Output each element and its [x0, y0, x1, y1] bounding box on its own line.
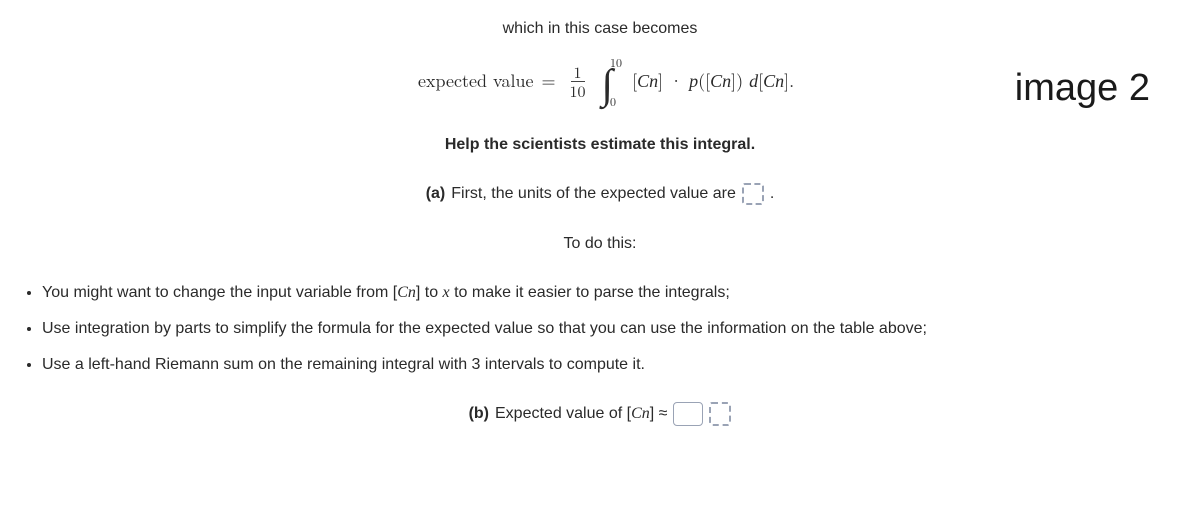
bullet-text: to make it easier to parse the integrals…	[450, 284, 730, 301]
integral-upper-limit: 10	[610, 57, 622, 69]
part-b-text: Expected value of [Cn] ≈	[495, 401, 667, 427]
bullet-text: ] to	[416, 284, 443, 301]
integrand-d: d	[749, 71, 758, 91]
integrand-cn: Cn	[710, 71, 731, 91]
image-placeholder-label: image 2	[1015, 58, 1150, 119]
help-instruction: Help the scientists estimate this integr…	[20, 132, 1180, 158]
expected-value-input[interactable]	[673, 402, 703, 426]
units-answer-blank[interactable]	[742, 183, 764, 205]
expected-value-units-blank[interactable]	[709, 402, 731, 426]
fraction-denominator: 10	[567, 82, 589, 99]
part-b-label: (b)	[469, 401, 489, 427]
integrand-part: ])	[731, 68, 749, 93]
part-b-cn: Cn	[631, 405, 650, 422]
intro-text: which in this case becomes	[20, 16, 1180, 42]
part-a-label: (a)	[426, 181, 446, 207]
integrand-cn: Cn	[637, 71, 658, 91]
integrand-p: p	[689, 71, 698, 91]
bullet-text: You might want to change the input varia…	[42, 284, 397, 301]
todo-heading: To do this:	[20, 231, 1180, 257]
list-item: Use integration by parts to simplify the…	[42, 316, 1180, 342]
formula-lhs: expected value	[418, 67, 534, 96]
integrand-part: ].	[784, 68, 794, 93]
part-a-text: First, the units of the expected value a…	[451, 181, 736, 207]
list-item: Use a left-hand Riemann sum on the remai…	[42, 352, 1180, 378]
integral-symbol: ∫ 10 0	[602, 60, 623, 104]
formula-row: expected value = 1 10 ∫ 10 0 [Cn] · p([C…	[20, 60, 1180, 104]
bullet-cn: Cn	[397, 284, 416, 301]
part-a-row: (a) First, the units of the expected val…	[20, 181, 1180, 207]
part-b-text-before: Expected value of [	[495, 405, 631, 422]
bullet-x: x	[443, 284, 450, 301]
fraction-one-tenth: 1 10	[567, 64, 589, 99]
hint-list: You might want to change the input varia…	[20, 280, 1180, 377]
integrand-cn: Cn	[763, 71, 784, 91]
equals-sign: =	[542, 67, 556, 96]
integrand-part: ] ·	[658, 68, 689, 93]
integrand-part: ([	[698, 68, 710, 93]
integral-lower-limit: 0	[610, 96, 616, 108]
bullet-text: Use a left-hand Riemann sum on the remai…	[42, 356, 645, 373]
part-b-text-mid: ] ≈	[650, 405, 668, 422]
part-a-period: .	[770, 181, 774, 207]
expected-value-formula: expected value = 1 10 ∫ 10 0 [Cn] · p([C…	[418, 60, 794, 104]
integrand: [Cn] · p([Cn]) d[Cn].	[632, 67, 794, 96]
part-b-row: (b) Expected value of [Cn] ≈	[20, 401, 1180, 427]
bullet-text: Use integration by parts to simplify the…	[42, 320, 927, 337]
list-item: You might want to change the input varia…	[42, 280, 1180, 306]
